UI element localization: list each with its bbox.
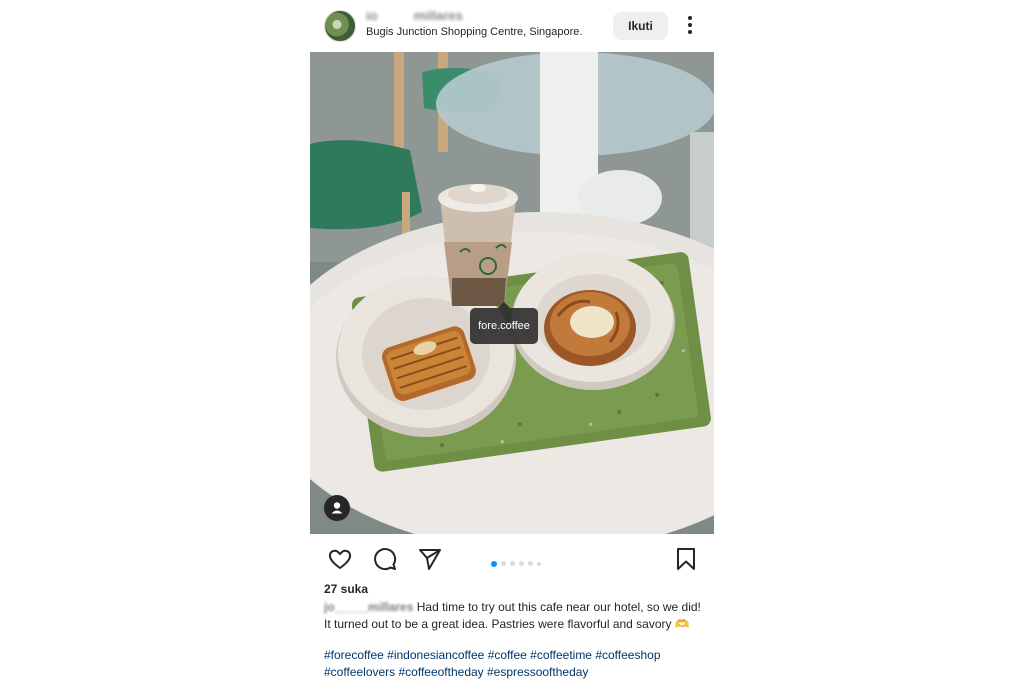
photo-tag-label[interactable]: fore.coffee — [470, 302, 538, 344]
caption-username[interactable]: jo_____millares — [324, 600, 413, 614]
post-caption: jo_____millares Had time to try out this… — [324, 599, 704, 632]
carousel-dot — [528, 561, 533, 567]
carousel-indicator — [491, 555, 545, 567]
carousel-dot — [510, 561, 515, 567]
hashtags-line[interactable]: #forecoffee #indonesiancoffee #coffee #c… — [324, 647, 704, 664]
post-actions-bar — [310, 534, 714, 582]
send-icon[interactable] — [416, 545, 444, 573]
hashtags-line[interactable]: #coffeelovers #coffeeoftheday #espressoo… — [324, 664, 704, 681]
person-icon[interactable] — [324, 495, 350, 521]
cafe-photo-image — [310, 52, 714, 534]
post-username[interactable]: jo_____millares — [366, 11, 486, 20]
carousel-dot — [501, 561, 506, 567]
more-vertical-icon[interactable] — [680, 14, 700, 38]
carousel-dot-active — [491, 560, 497, 567]
post-header: jo_____millares Bugis Junction Shopping … — [310, 0, 714, 52]
avatar[interactable] — [324, 10, 356, 42]
post-hashtags: #forecoffee #indonesiancoffee #coffee #c… — [324, 647, 704, 680]
heart-icon[interactable] — [326, 545, 354, 573]
follow-button[interactable]: Ikuti — [613, 12, 668, 40]
likes-count[interactable]: 27 suka — [324, 582, 368, 596]
carousel-dot — [519, 561, 524, 567]
carousel-dot — [537, 561, 541, 566]
post-photo[interactable]: fore.coffee — [310, 52, 714, 534]
post-card: jo_____millares Bugis Junction Shopping … — [310, 0, 714, 683]
comment-icon[interactable] — [371, 545, 399, 573]
post-location[interactable]: Bugis Junction Shopping Centre, Singapor… — [366, 26, 582, 38]
bookmark-icon[interactable] — [672, 545, 700, 573]
